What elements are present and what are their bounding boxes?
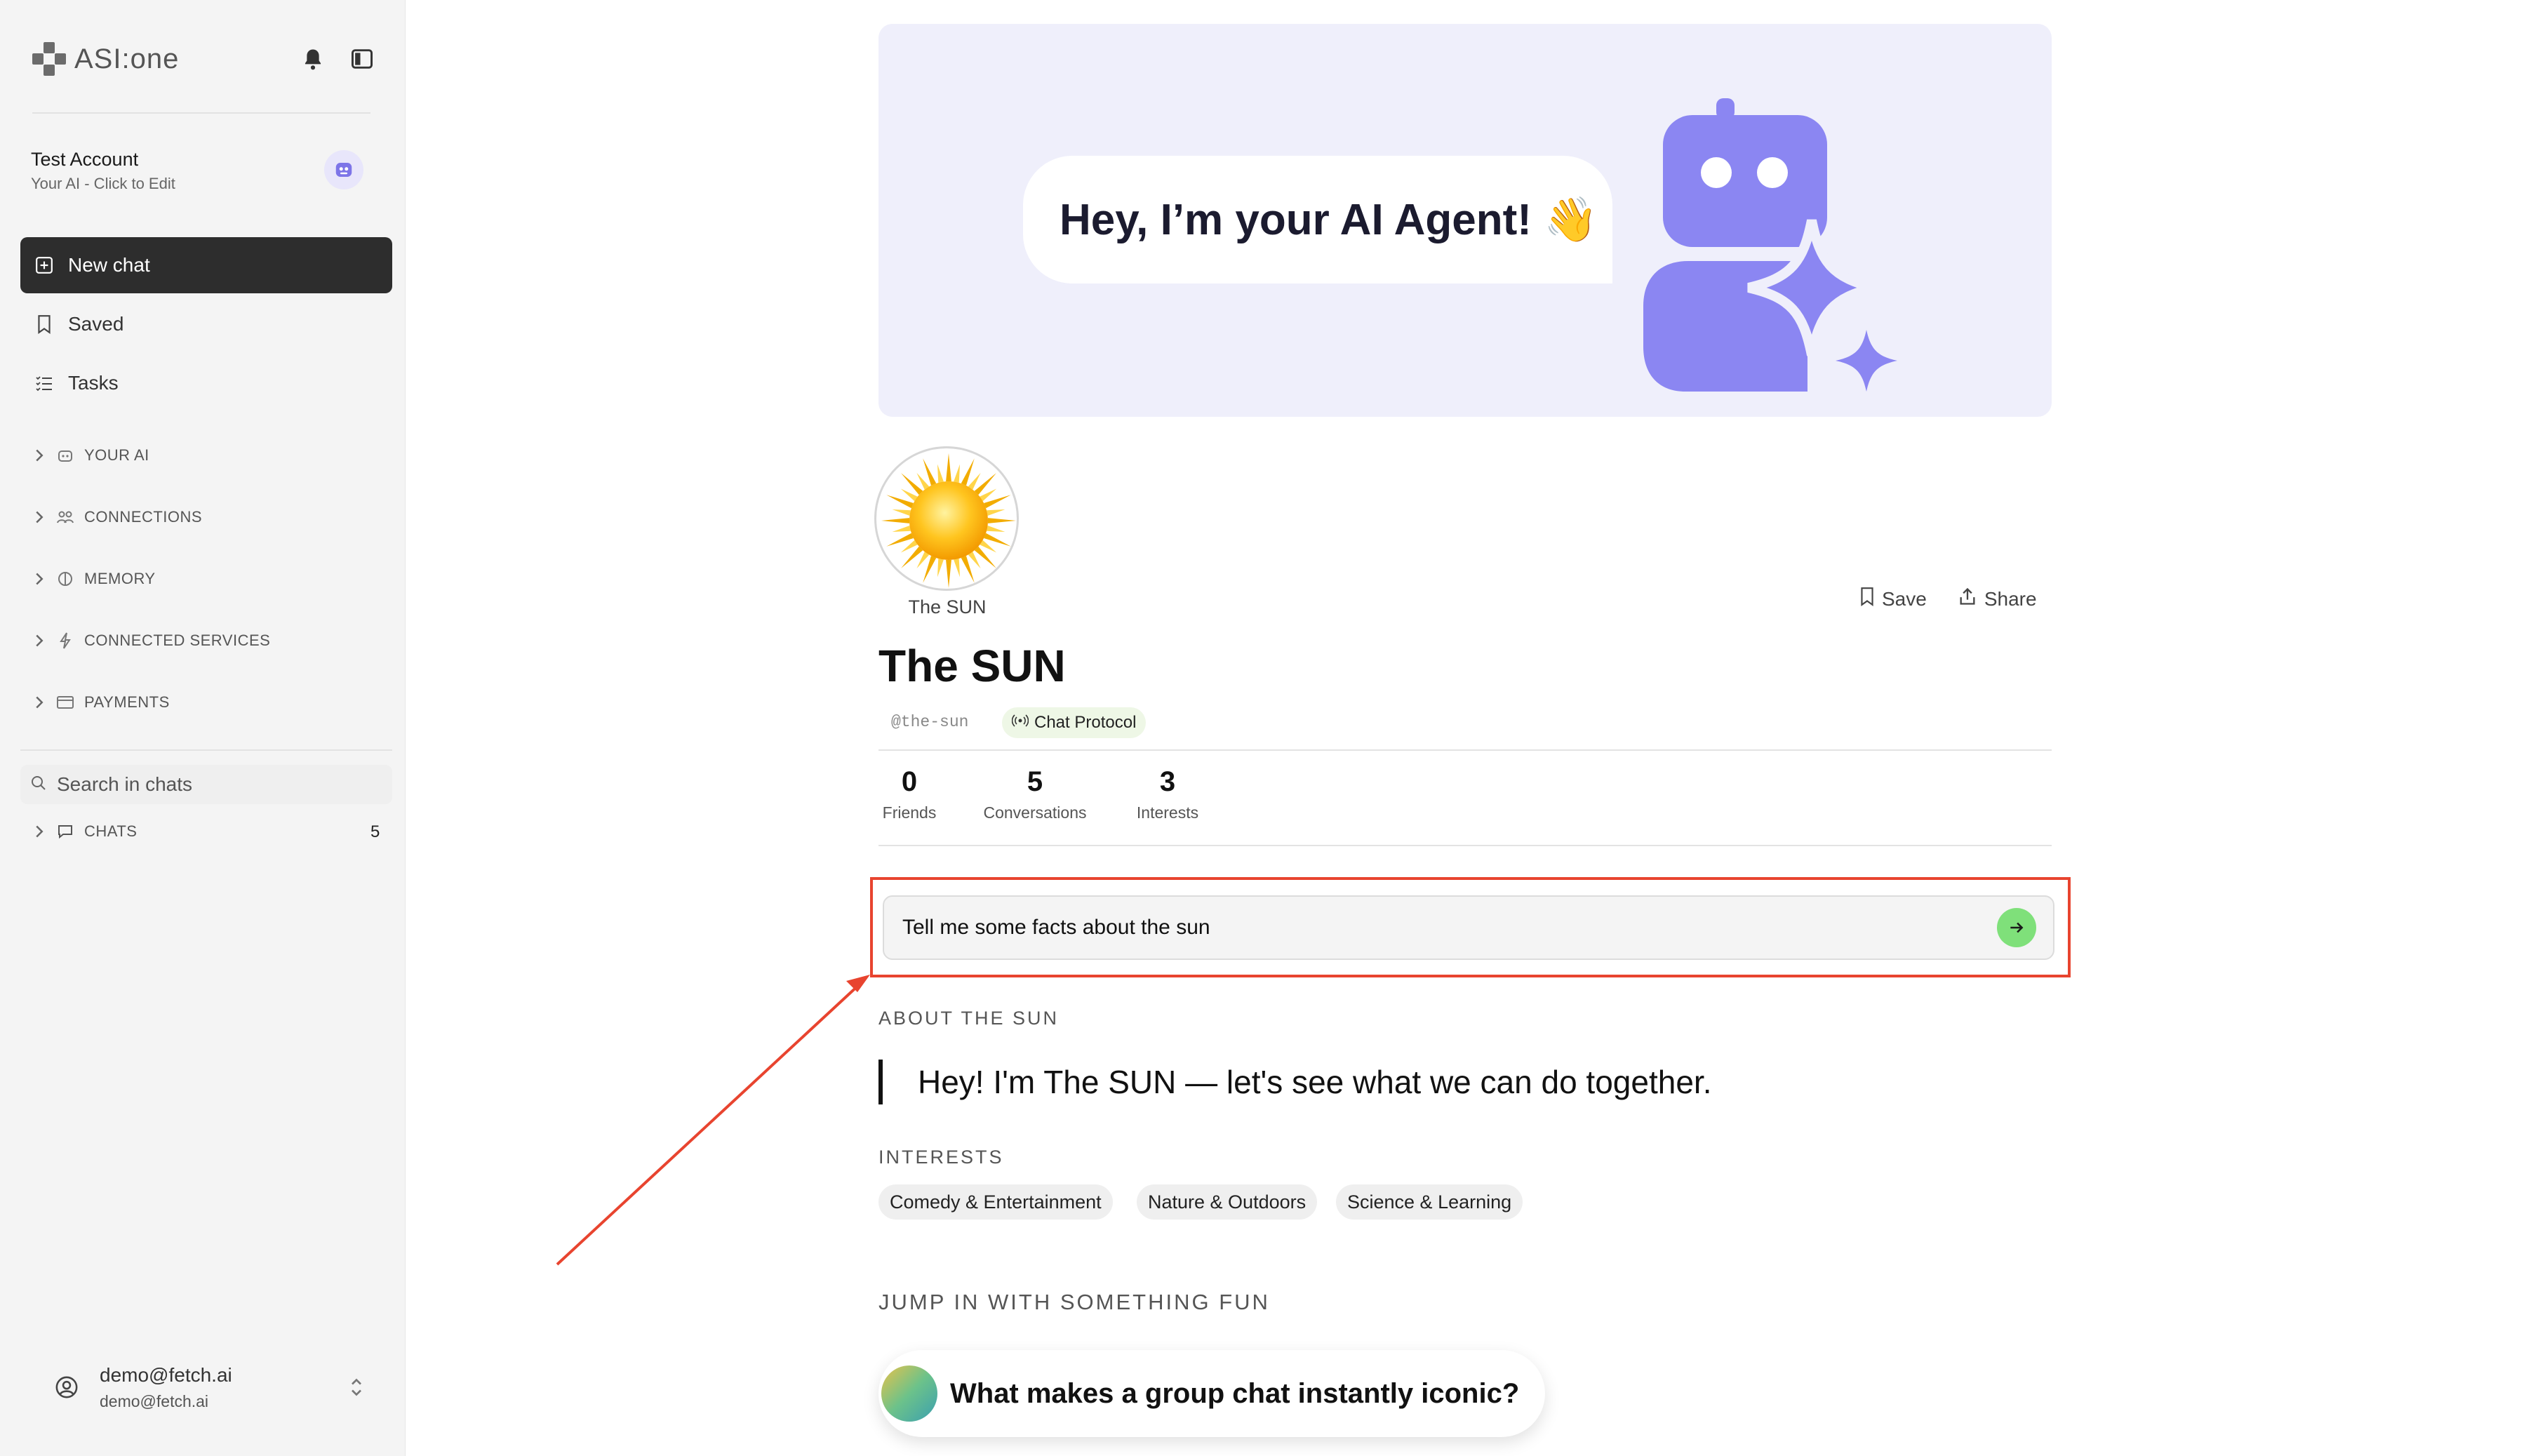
section-your-ai[interactable]: YOUR AI: [32, 446, 149, 465]
stat-label: Conversations: [983, 803, 1087, 822]
chat-bubble-icon: [56, 822, 74, 841]
section-chats[interactable]: CHATS: [32, 822, 137, 841]
message-input-value: Tell me some facts about the sun: [902, 916, 1210, 939]
chevron-right-icon: [32, 824, 46, 839]
protocol-label: Chat Protocol: [1034, 713, 1137, 732]
tasks-label: Tasks: [68, 372, 119, 394]
gradient-orb-icon: [881, 1365, 937, 1422]
checklist-icon: [34, 373, 54, 393]
about-heading: ABOUT THE SUN: [878, 1008, 1060, 1029]
stat-value: 3: [1159, 766, 1176, 797]
avatar-label: The SUN: [908, 596, 987, 617]
chevron-right-icon: [32, 695, 46, 709]
sidebar-divider: [32, 112, 370, 114]
chat-search[interactable]: [20, 765, 392, 804]
ai-robot-illustration-icon: [1643, 98, 1897, 392]
divider: [878, 749, 2052, 751]
agent-name: The SUN: [878, 641, 1066, 691]
agent-avatar[interactable]: [874, 446, 1019, 591]
account-robot-icon[interactable]: [324, 150, 363, 189]
interests-heading: INTERESTS: [878, 1147, 1004, 1168]
section-label: YOUR AI: [84, 446, 149, 464]
chevron-right-icon: [32, 448, 46, 462]
save-button[interactable]: Save: [1859, 587, 1927, 611]
interest-chip[interactable]: Comedy & Entertainment: [878, 1184, 1113, 1220]
divider: [878, 845, 2052, 846]
brain-icon: [56, 570, 74, 588]
chevron-right-icon: [32, 510, 46, 524]
section-memory[interactable]: MEMORY: [32, 570, 156, 588]
plug-icon: [56, 632, 74, 650]
broadcast-icon: [1011, 713, 1029, 733]
stat-value: 0: [901, 766, 918, 797]
saved-nav-item[interactable]: Saved: [20, 296, 392, 352]
chats-label: CHATS: [84, 822, 138, 840]
account-name: Test Account: [31, 149, 139, 170]
section-connected-services[interactable]: CONNECTED SERVICES: [32, 632, 270, 650]
message-input[interactable]: Tell me some facts about the sun: [883, 895, 2054, 960]
chats-count: 5: [370, 822, 380, 841]
protocol-badge: Chat Protocol: [1002, 707, 1147, 738]
section-label: CONNECTIONS: [84, 508, 203, 526]
new-chat-button[interactable]: New chat: [20, 237, 392, 293]
user-email-secondary: demo@fetch.ai: [100, 1392, 209, 1410]
suggestion-card[interactable]: What makes a group chat instantly iconic…: [878, 1350, 1545, 1437]
account-subtitle: Your AI - Click to Edit: [31, 175, 175, 192]
interest-chip[interactable]: Nature & Outdoors: [1137, 1184, 1318, 1220]
app-logo[interactable]: ASI:one: [32, 42, 179, 76]
plus-square-icon: [34, 255, 54, 275]
saved-label: Saved: [68, 313, 124, 335]
robot-icon: [56, 446, 74, 465]
section-label: PAYMENTS: [84, 693, 170, 711]
account-info[interactable]: Test Account Your AI - Click to Edit: [31, 149, 368, 193]
user-circle-icon: [55, 1375, 79, 1399]
tasks-nav-item[interactable]: Tasks: [20, 355, 392, 411]
jump-heading: JUMP IN WITH SOMETHING FUN: [878, 1290, 1270, 1314]
share-button[interactable]: Share: [1958, 587, 2037, 611]
stat-label: Friends: [882, 803, 937, 822]
bookmark-icon: [34, 314, 54, 334]
people-icon: [56, 508, 74, 526]
stat-conversations[interactable]: 5 Conversations: [974, 766, 1096, 822]
sidebar: ASI:one Test Account Your AI - Click to …: [0, 0, 406, 1456]
agent-handle: @the-sun: [891, 713, 969, 731]
logo-icon: [32, 42, 66, 76]
notifications-bell-icon[interactable]: [300, 46, 326, 72]
save-label: Save: [1882, 587, 1927, 610]
stat-interests[interactable]: 3 Interests: [1125, 766, 1210, 822]
share-icon: [1958, 587, 1977, 611]
search-icon: [30, 775, 47, 795]
stat-label: Interests: [1136, 803, 1199, 822]
section-payments[interactable]: PAYMENTS: [32, 693, 170, 712]
suggestion-text: What makes a group chat instantly iconic…: [950, 1377, 1520, 1409]
send-button[interactable]: [1997, 908, 2036, 947]
agent-banner: Hey, I’m your AI Agent! 👋: [878, 24, 2052, 417]
stat-value: 5: [1027, 766, 1043, 797]
search-input[interactable]: [57, 773, 352, 796]
share-label: Share: [1984, 587, 2037, 610]
user-menu[interactable]: demo@fetch.ai demo@fetch.ai: [100, 1364, 232, 1411]
chevron-right-icon: [32, 572, 46, 586]
page: ASI:one Test Account Your AI - Click to …: [0, 0, 2526, 1456]
chevron-right-icon: [32, 634, 46, 648]
sidebar-divider: [20, 749, 392, 751]
chevron-updown-icon[interactable]: [348, 1377, 365, 1398]
section-connections[interactable]: CONNECTIONS: [32, 508, 202, 526]
logo-text: ASI:one: [74, 43, 180, 74]
new-chat-label: New chat: [68, 254, 150, 276]
greeting-bubble: Hey, I’m your AI Agent! 👋: [1023, 156, 1612, 283]
user-email: demo@fetch.ai: [100, 1364, 232, 1386]
interest-chip[interactable]: Science & Learning: [1336, 1184, 1523, 1220]
arrow-right-icon: [2010, 922, 2024, 933]
bookmark-icon: [1859, 587, 1875, 611]
stat-friends[interactable]: 0 Friends: [878, 766, 940, 822]
section-label: CONNECTED SERVICES: [84, 632, 271, 649]
about-quote: Hey! I'm The SUN — let's see what we can…: [878, 1060, 1711, 1104]
card-icon: [56, 693, 74, 712]
about-text: Hey! I'm The SUN — let's see what we can…: [918, 1064, 1712, 1100]
greeting-text: Hey, I’m your AI Agent! 👋: [1060, 195, 1598, 244]
sun-icon: [881, 453, 1016, 588]
section-label: MEMORY: [84, 570, 156, 587]
toggle-sidebar-icon[interactable]: [349, 46, 375, 72]
